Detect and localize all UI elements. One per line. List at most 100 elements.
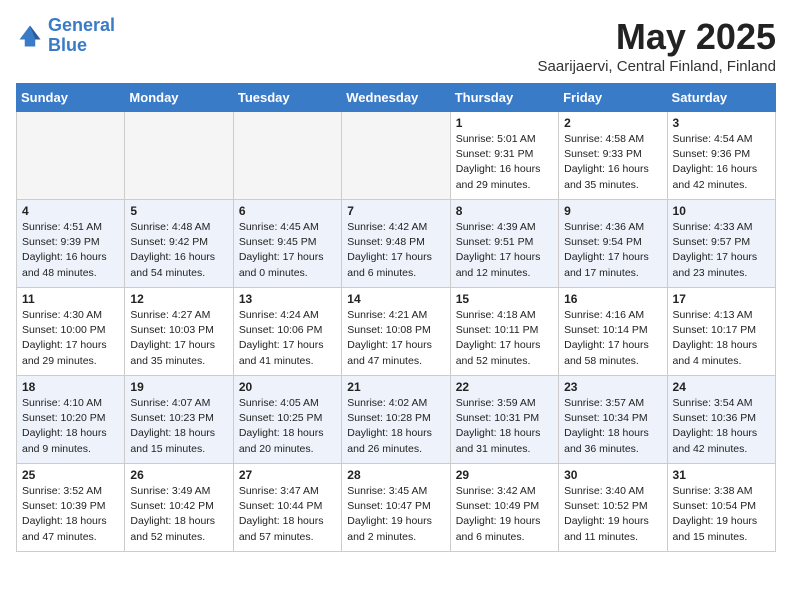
calendar-table: SundayMondayTuesdayWednesdayThursdayFrid… (16, 83, 776, 552)
calendar-cell: 9Sunrise: 4:36 AM Sunset: 9:54 PM Daylig… (559, 200, 667, 288)
calendar-cell: 12 Sunrise: 4:27 AM Sunset: 10:03 PM Dayl… (125, 288, 233, 376)
day-number: 21 (347, 380, 444, 394)
cell-info: Sunrise: 4:39 AM Sunset: 9:51 PM Dayligh… (456, 220, 553, 281)
calendar-cell (233, 112, 341, 200)
calendar-week-row: 1 Sunrise: 5:01 AM Sunset: 9:31 PM Daylig… (17, 112, 776, 200)
day-number: 14 (347, 292, 444, 306)
location-title: Saarijaervi, Central Finland, Finland (538, 58, 776, 75)
month-title: May 2025 (538, 16, 776, 58)
calendar-cell: 20Sunrise: 4:05 AM Sunset: 10:25 PM Dayl… (233, 376, 341, 464)
weekday-header: Friday (559, 84, 667, 112)
day-number: 12 (130, 292, 227, 306)
calendar-cell: 19Sunrise: 4:07 AM Sunset: 10:23 PM Dayl… (125, 376, 233, 464)
cell-info: Sunrise: 3:47 AM Sunset: 10:44 PM Daylig… (239, 484, 336, 545)
cell-info: Sunrise: 3:54 AM Sunset: 10:36 PM Daylig… (673, 396, 770, 457)
day-number: 31 (673, 468, 770, 482)
calendar-cell: 18Sunrise: 4:10 AM Sunset: 10:20 PM Dayl… (17, 376, 125, 464)
weekday-header: Saturday (667, 84, 775, 112)
logo-blue: Blue (48, 35, 87, 55)
cell-info: Sunrise: 4:05 AM Sunset: 10:25 PM Daylig… (239, 396, 336, 457)
cell-info: Sunrise: 4:02 AM Sunset: 10:28 PM Daylig… (347, 396, 444, 457)
calendar-cell: 3 Sunrise: 4:54 AM Sunset: 9:36 PM Daylig… (667, 112, 775, 200)
day-number: 19 (130, 380, 227, 394)
cell-info: Sunrise: 4:13 AM Sunset: 10:17 PM Daylig… (673, 308, 770, 369)
day-number: 30 (564, 468, 661, 482)
calendar-cell: 25Sunrise: 3:52 AM Sunset: 10:39 PM Dayl… (17, 464, 125, 552)
calendar-cell: 16 Sunrise: 4:16 AM Sunset: 10:14 PM Dayl… (559, 288, 667, 376)
cell-info: Sunrise: 3:40 AM Sunset: 10:52 PM Daylig… (564, 484, 661, 545)
day-number: 3 (673, 116, 770, 130)
weekday-header: Tuesday (233, 84, 341, 112)
cell-info: Sunrise: 5:01 AM Sunset: 9:31 PM Dayligh… (456, 132, 553, 193)
cell-info: Sunrise: 4:33 AM Sunset: 9:57 PM Dayligh… (673, 220, 770, 281)
calendar-week-row: 4 Sunrise: 4:51 AM Sunset: 9:39 PM Daylig… (17, 200, 776, 288)
cell-info: Sunrise: 4:30 AM Sunset: 10:00 PM Daylig… (22, 308, 119, 369)
calendar-cell: 31 Sunrise: 3:38 AM Sunset: 10:54 PM Dayl… (667, 464, 775, 552)
day-number: 22 (456, 380, 553, 394)
logo: General Blue (16, 16, 115, 56)
day-number: 28 (347, 468, 444, 482)
calendar-cell: 10 Sunrise: 4:33 AM Sunset: 9:57 PM Dayli… (667, 200, 775, 288)
calendar-cell: 28 Sunrise: 3:45 AM Sunset: 10:47 PM Dayl… (342, 464, 450, 552)
calendar-cell: 30 Sunrise: 3:40 AM Sunset: 10:52 PM Dayl… (559, 464, 667, 552)
day-number: 7 (347, 204, 444, 218)
cell-info: Sunrise: 4:16 AM Sunset: 10:14 PM Daylig… (564, 308, 661, 369)
calendar-cell: 5Sunrise: 4:48 AM Sunset: 9:42 PM Daylig… (125, 200, 233, 288)
cell-info: Sunrise: 3:45 AM Sunset: 10:47 PM Daylig… (347, 484, 444, 545)
day-number: 8 (456, 204, 553, 218)
cell-info: Sunrise: 4:21 AM Sunset: 10:08 PM Daylig… (347, 308, 444, 369)
day-number: 15 (456, 292, 553, 306)
logo-icon (16, 22, 44, 50)
cell-info: Sunrise: 3:59 AM Sunset: 10:31 PM Daylig… (456, 396, 553, 457)
cell-info: Sunrise: 4:45 AM Sunset: 9:45 PM Dayligh… (239, 220, 336, 281)
cell-info: Sunrise: 3:38 AM Sunset: 10:54 PM Daylig… (673, 484, 770, 545)
day-number: 17 (673, 292, 770, 306)
cell-info: Sunrise: 3:57 AM Sunset: 10:34 PM Daylig… (564, 396, 661, 457)
weekday-header: Monday (125, 84, 233, 112)
day-number: 23 (564, 380, 661, 394)
weekday-header: Wednesday (342, 84, 450, 112)
calendar-cell: 14 Sunrise: 4:21 AM Sunset: 10:08 PM Dayl… (342, 288, 450, 376)
day-number: 16 (564, 292, 661, 306)
calendar-cell (342, 112, 450, 200)
calendar-week-row: 18Sunrise: 4:10 AM Sunset: 10:20 PM Dayl… (17, 376, 776, 464)
weekday-header-row: SundayMondayTuesdayWednesdayThursdayFrid… (17, 84, 776, 112)
calendar-cell: 17 Sunrise: 4:13 AM Sunset: 10:17 PM Dayl… (667, 288, 775, 376)
cell-info: Sunrise: 4:54 AM Sunset: 9:36 PM Dayligh… (673, 132, 770, 193)
cell-info: Sunrise: 3:49 AM Sunset: 10:42 PM Daylig… (130, 484, 227, 545)
calendar-cell: 13 Sunrise: 4:24 AM Sunset: 10:06 PM Dayl… (233, 288, 341, 376)
cell-info: Sunrise: 4:24 AM Sunset: 10:06 PM Daylig… (239, 308, 336, 369)
calendar-cell (125, 112, 233, 200)
calendar-week-row: 11Sunrise: 4:30 AM Sunset: 10:00 PM Dayl… (17, 288, 776, 376)
weekday-header: Thursday (450, 84, 558, 112)
day-number: 6 (239, 204, 336, 218)
day-number: 5 (130, 204, 227, 218)
calendar-cell: 29Sunrise: 3:42 AM Sunset: 10:49 PM Dayl… (450, 464, 558, 552)
day-number: 4 (22, 204, 119, 218)
day-number: 10 (673, 204, 770, 218)
day-number: 13 (239, 292, 336, 306)
cell-info: Sunrise: 4:27 AM Sunset: 10:03 PM Daylig… (130, 308, 227, 369)
calendar-week-row: 25Sunrise: 3:52 AM Sunset: 10:39 PM Dayl… (17, 464, 776, 552)
calendar-cell: 7 Sunrise: 4:42 AM Sunset: 9:48 PM Daylig… (342, 200, 450, 288)
calendar-cell: 22 Sunrise: 3:59 AM Sunset: 10:31 PM Dayl… (450, 376, 558, 464)
cell-info: Sunrise: 3:42 AM Sunset: 10:49 PM Daylig… (456, 484, 553, 545)
cell-info: Sunrise: 4:42 AM Sunset: 9:48 PM Dayligh… (347, 220, 444, 281)
calendar-cell: 23 Sunrise: 3:57 AM Sunset: 10:34 PM Dayl… (559, 376, 667, 464)
cell-info: Sunrise: 4:51 AM Sunset: 9:39 PM Dayligh… (22, 220, 119, 281)
day-number: 27 (239, 468, 336, 482)
weekday-header: Sunday (17, 84, 125, 112)
page-header: General Blue May 2025 Saarijaervi, Centr… (16, 16, 776, 75)
day-number: 24 (673, 380, 770, 394)
calendar-cell: 11Sunrise: 4:30 AM Sunset: 10:00 PM Dayl… (17, 288, 125, 376)
calendar-cell (17, 112, 125, 200)
calendar-cell: 24 Sunrise: 3:54 AM Sunset: 10:36 PM Dayl… (667, 376, 775, 464)
calendar-cell: 1 Sunrise: 5:01 AM Sunset: 9:31 PM Daylig… (450, 112, 558, 200)
day-number: 25 (22, 468, 119, 482)
calendar-cell: 27 Sunrise: 3:47 AM Sunset: 10:44 PM Dayl… (233, 464, 341, 552)
day-number: 1 (456, 116, 553, 130)
cell-info: Sunrise: 4:18 AM Sunset: 10:11 PM Daylig… (456, 308, 553, 369)
cell-info: Sunrise: 4:36 AM Sunset: 9:54 PM Dayligh… (564, 220, 661, 281)
cell-info: Sunrise: 4:10 AM Sunset: 10:20 PM Daylig… (22, 396, 119, 457)
calendar-cell: 21 Sunrise: 4:02 AM Sunset: 10:28 PM Dayl… (342, 376, 450, 464)
